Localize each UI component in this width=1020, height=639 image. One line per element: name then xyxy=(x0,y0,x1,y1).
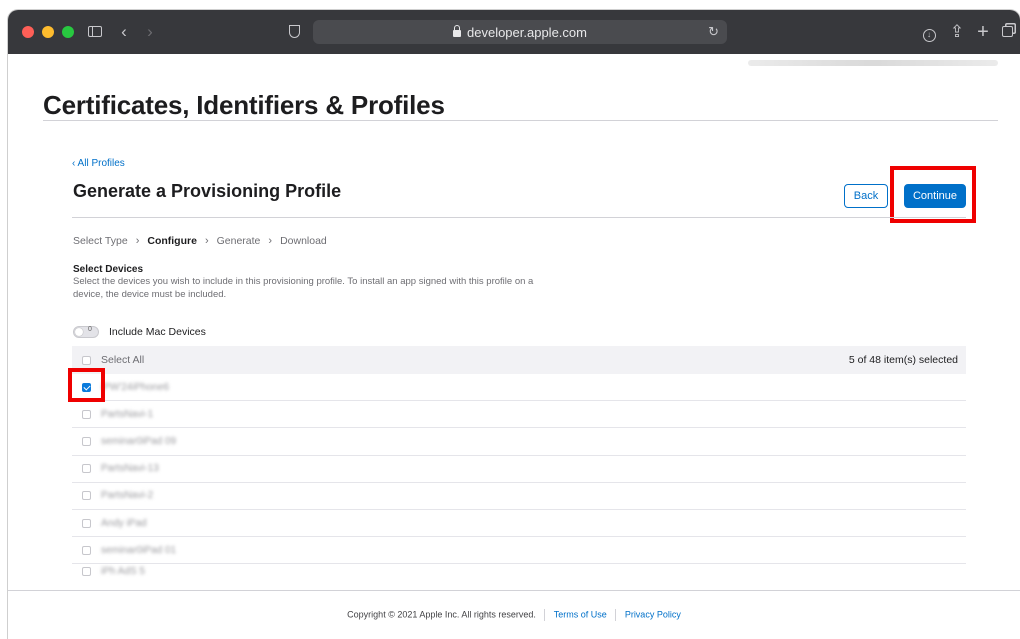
copyright-text: Copyright © 2021 Apple Inc. All rights r… xyxy=(347,609,536,620)
device-checkbox[interactable] xyxy=(82,545,91,555)
device-name: iPh AdS 5 xyxy=(101,565,145,577)
table-row[interactable]: iPW'24iPhone6 xyxy=(72,374,966,402)
table-row[interactable]: iPh AdS 5 xyxy=(72,564,966,578)
minimize-window-button[interactable] xyxy=(42,26,54,38)
devices-table: Select All 5 of 48 item(s) selected iPW'… xyxy=(72,346,966,578)
zoom-window-button[interactable] xyxy=(62,26,74,38)
step-select-type: Select Type xyxy=(73,235,128,247)
select-all-checkbox[interactable] xyxy=(82,355,91,365)
select-all-label: Select All xyxy=(101,354,145,366)
table-row[interactable]: Andy iPad xyxy=(72,510,966,538)
table-row[interactable]: PartsNavi-1 xyxy=(72,401,966,429)
device-name: iPW'24iPhone6 xyxy=(101,381,170,393)
device-name: PartsNavi-13 xyxy=(101,463,159,475)
step-download: Download xyxy=(280,235,327,247)
device-name: PartsNavi-1 xyxy=(101,408,154,420)
page-content: Certificates, Identifiers & Profiles ‹ A… xyxy=(8,54,1020,639)
include-mac-label: Include Mac Devices xyxy=(109,326,206,338)
chevron-right-icon: › xyxy=(135,235,140,247)
device-checkbox[interactable] xyxy=(82,464,91,474)
lock-icon xyxy=(453,24,461,37)
divider xyxy=(72,217,966,218)
selection-count: 5 of 48 item(s) selected xyxy=(848,354,958,366)
divider xyxy=(43,120,998,121)
device-checkbox[interactable] xyxy=(82,491,91,501)
include-mac-row: 0 Include Mac Devices xyxy=(73,326,206,338)
devices-heading: Select Devices xyxy=(73,264,144,275)
url-text: developer.apple.com xyxy=(467,24,587,40)
page-title: Certificates, Identifiers & Profiles xyxy=(43,90,445,120)
browser-window: ‹ › developer.apple.com ↻ ↓ ⇪ + Certific… xyxy=(8,10,1020,639)
download-icon[interactable]: ↓ xyxy=(920,20,938,44)
tabs-overview-icon[interactable] xyxy=(998,20,1016,44)
page-footer: Copyright © 2021 Apple Inc. All rights r… xyxy=(8,590,1020,639)
header-nav-faded xyxy=(748,60,998,66)
device-checkbox[interactable] xyxy=(82,518,91,528)
sidebar-icon[interactable] xyxy=(86,20,104,44)
table-header: Select All 5 of 48 item(s) selected xyxy=(72,346,966,374)
section-title: Generate a Provisioning Profile xyxy=(73,181,342,201)
table-row[interactable]: PartsNavi-2 xyxy=(72,483,966,510)
step-breadcrumb: Select Type › Configure › Generate › Dow… xyxy=(73,235,327,247)
device-name: seminar0iPad 09 xyxy=(101,435,177,447)
toggle-state-label: 0 xyxy=(88,326,92,333)
checkbox-highlight-box xyxy=(68,368,105,402)
divider xyxy=(615,609,617,621)
devices-description: Select the devices you wish to include i… xyxy=(73,276,534,300)
chevron-right-icon: › xyxy=(268,235,273,247)
address-bar[interactable]: developer.apple.com ↻ xyxy=(313,20,727,44)
device-checkbox[interactable] xyxy=(82,409,91,419)
include-mac-toggle[interactable]: 0 xyxy=(73,326,99,338)
share-icon[interactable]: ⇪ xyxy=(948,20,966,44)
table-row[interactable]: seminar0iPad 09 xyxy=(72,428,966,456)
privacy-policy-link[interactable]: Privacy Policy xyxy=(625,609,681,619)
shield-icon[interactable] xyxy=(286,20,302,44)
back-icon[interactable]: ‹ xyxy=(116,20,132,44)
divider xyxy=(544,609,546,621)
step-configure: Configure xyxy=(147,235,197,247)
new-tab-icon[interactable]: + xyxy=(974,20,992,44)
footer-content: Copyright © 2021 Apple Inc. All rights r… xyxy=(8,609,1020,621)
reload-icon[interactable]: ↻ xyxy=(708,20,719,44)
window-controls xyxy=(22,26,74,38)
step-generate: Generate xyxy=(216,235,261,247)
device-name: PartsNavi-2 xyxy=(101,490,154,502)
device-checkbox[interactable] xyxy=(82,436,91,446)
close-window-button[interactable] xyxy=(22,26,34,38)
table-row[interactable]: PartsNavi-13 xyxy=(72,456,966,483)
toggle-knob xyxy=(75,328,83,336)
terms-of-use-link[interactable]: Terms of Use xyxy=(554,609,607,619)
browser-toolbar: ‹ › developer.apple.com ↻ ↓ ⇪ + xyxy=(8,10,1020,54)
device-name: Andy iPad xyxy=(101,517,147,529)
device-checkbox[interactable] xyxy=(82,566,91,576)
device-name: seminar0iPad 01 xyxy=(101,544,177,556)
forward-icon[interactable]: › xyxy=(142,20,158,44)
chevron-right-icon: › xyxy=(204,235,209,247)
all-profiles-link[interactable]: ‹ All Profiles xyxy=(72,158,125,169)
continue-highlight-box xyxy=(890,166,976,223)
table-row[interactable]: seminar0iPad 01 xyxy=(72,537,966,565)
back-button[interactable]: Back xyxy=(844,184,888,208)
